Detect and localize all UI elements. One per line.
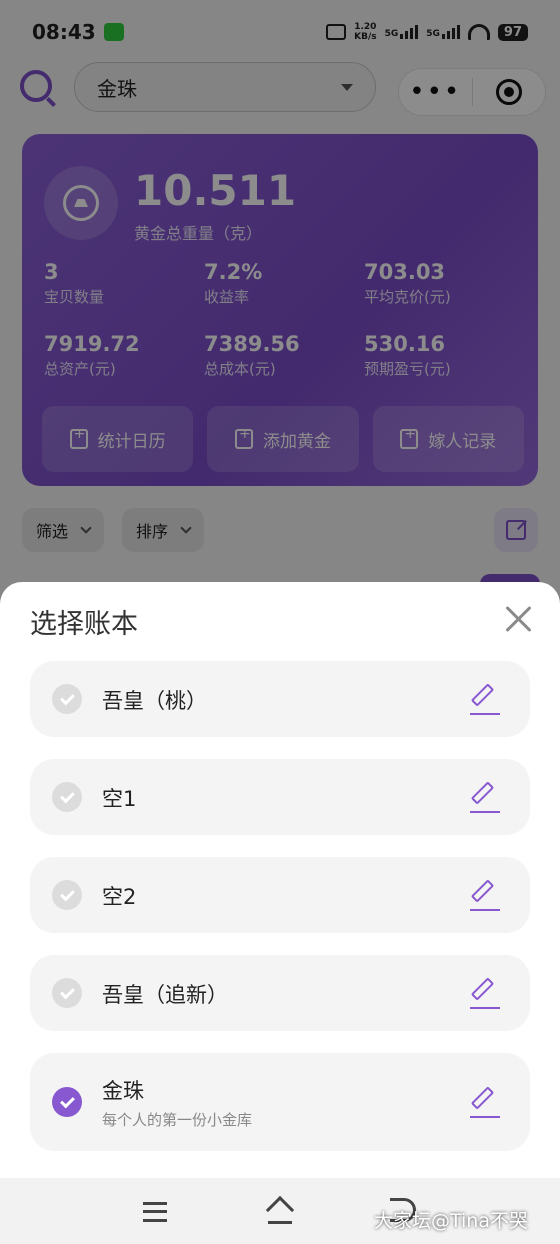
edit-pencil-icon[interactable] [470, 781, 502, 813]
book-name: 空2 [102, 885, 137, 909]
close-icon[interactable] [504, 604, 534, 634]
check-circle-icon[interactable] [52, 880, 82, 910]
book-name: 金珠 [102, 1079, 144, 1103]
select-book-sheet: 选择账本 吾皇（桃） 空1 空2 吾皇（追新） 金珠 每个人的第一份小金库 [0, 582, 560, 1244]
check-circle-icon[interactable] [52, 978, 82, 1008]
menu-icon[interactable] [143, 1202, 167, 1222]
edit-pencil-icon[interactable] [470, 683, 502, 715]
book-item[interactable]: 空1 [30, 759, 530, 835]
home-icon[interactable] [265, 1195, 295, 1225]
book-item[interactable]: 空2 [30, 857, 530, 933]
check-circle-icon[interactable] [52, 782, 82, 812]
book-name: 空1 [102, 787, 137, 811]
edit-pencil-icon[interactable] [470, 977, 502, 1009]
book-item[interactable]: 吾皇（桃） [30, 661, 530, 737]
edit-pencil-icon[interactable] [470, 1086, 502, 1118]
check-circle-icon[interactable] [52, 1087, 82, 1117]
book-item[interactable]: 吾皇（追新） [30, 955, 530, 1031]
sheet-title: 选择账本 [30, 609, 138, 640]
edit-pencil-icon[interactable] [470, 879, 502, 911]
book-subtitle: 每个人的第一份小金库 [102, 1111, 253, 1129]
watermark: 大家坛@Tina不哭 [374, 1210, 528, 1232]
book-name: 吾皇（桃） [102, 689, 207, 713]
check-circle-icon[interactable] [52, 684, 82, 714]
book-item-selected[interactable]: 金珠 每个人的第一份小金库 [30, 1053, 530, 1151]
book-name: 吾皇（追新） [102, 983, 228, 1007]
